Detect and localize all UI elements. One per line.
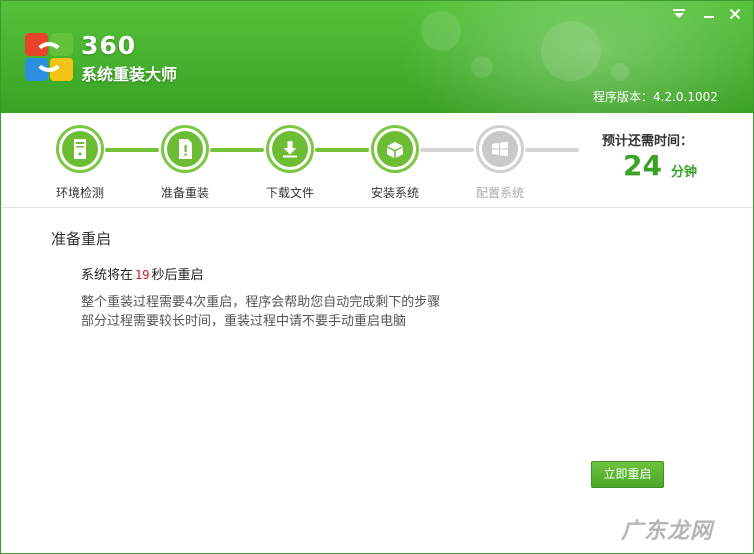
eta-value: 24: [623, 149, 662, 182]
step-download: 下载文件: [255, 125, 325, 201]
decor-bubble: [611, 63, 629, 81]
windows-config-icon: [482, 131, 518, 167]
site-watermark: 广东龙网: [621, 519, 714, 544]
version-info: 程序版本：4.2.0.1002: [593, 88, 718, 105]
countdown-suffix: 秒后重启: [151, 268, 204, 283]
install-box-icon: [377, 131, 413, 167]
minimize-icon[interactable]: [699, 7, 719, 25]
version-number: 4.2.0.1002: [653, 90, 718, 104]
installer-window: 360 系统重装大师 程序版本：4.2.0.1002 环境检测 准备重装 下载文…: [0, 0, 754, 554]
decor-bubble: [471, 56, 493, 78]
decor-bubble: [421, 11, 461, 51]
restart-now-button[interactable]: 立即重启: [591, 461, 664, 488]
app-logo: [25, 33, 73, 81]
step-label: 配置系统: [475, 186, 524, 200]
steps-bar: 环境检测 准备重装 下载文件 安装系统 配置系统 预计还需时间： 24 分钟: [1, 113, 753, 208]
title-bar: 360 系统重装大师 程序版本：4.2.0.1002: [1, 1, 753, 113]
description-line-1: 整个重装过程需要4次重启，程序会帮助您自动完成剩下的步骤: [81, 295, 441, 310]
eta-label: 预计还需时间：: [602, 134, 694, 149]
step-env-check: 环境检测: [45, 125, 115, 201]
page-title: 准备重启: [51, 230, 112, 248]
eta-unit: 分钟: [671, 165, 698, 180]
close-icon[interactable]: [725, 7, 745, 25]
countdown-text: 系统将在 19 秒后重启: [81, 264, 203, 283]
step-label: 安装系统: [370, 186, 419, 200]
countdown-seconds: 19: [135, 268, 150, 282]
version-label: 程序版本：: [593, 90, 654, 104]
step-configure: 配置系统: [465, 125, 535, 201]
step-label: 准备重装: [160, 186, 209, 200]
brand-number: 360: [81, 31, 137, 60]
decor-bubble: [541, 21, 601, 81]
step-label: 环境检测: [55, 186, 104, 200]
step-prepare: 准备重装: [150, 125, 220, 201]
dropdown-menu-icon[interactable]: [669, 7, 689, 25]
download-icon: [272, 131, 308, 167]
description-line-2: 部分过程需要较长时间，重装过程中请不要手动重启电脑: [81, 314, 407, 329]
step-install: 安装系统: [360, 125, 430, 201]
countdown-prefix: 系统将在: [81, 268, 134, 283]
document-prepare-icon: [167, 131, 203, 167]
step-label: 下载文件: [265, 186, 314, 200]
computer-check-icon: [62, 131, 98, 167]
main-content: 准备重启 系统将在 19 秒后重启 整个重装过程需要4次重启，程序会帮助您自动完成剩…: [1, 209, 753, 553]
brand-name: 系统重装大师: [81, 65, 178, 84]
